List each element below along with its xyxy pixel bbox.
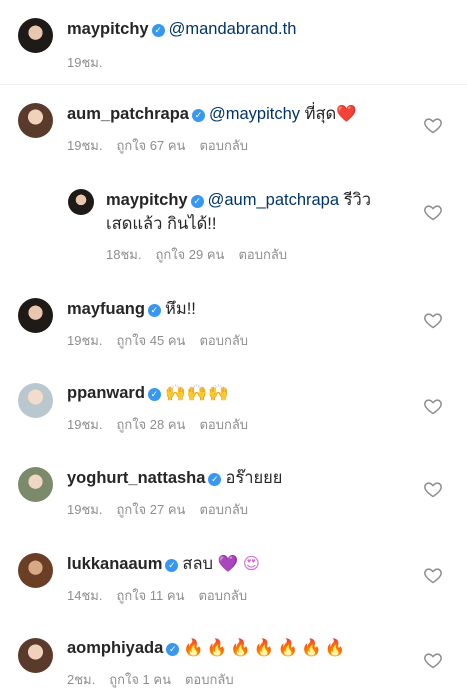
likes-count[interactable]: ถูกใจ 27 คน: [116, 502, 185, 517]
timestamp: 19ชม.: [67, 333, 103, 348]
username[interactable]: yoghurt_nattasha: [67, 469, 205, 487]
timestamp: 19ชม.: [67, 138, 103, 153]
mention-link[interactable]: @aum_patchrapa: [208, 191, 339, 209]
comment-text-continued: เสดแล้ว กินได้!!: [106, 213, 216, 235]
avatar[interactable]: [18, 467, 53, 502]
username[interactable]: maypitchy: [67, 20, 149, 38]
divider: [0, 84, 467, 85]
comment-text: lukkanaaum ✓ สลบ 💜 😍: [67, 553, 260, 575]
username[interactable]: ppanward: [67, 384, 145, 402]
comment-body: รีวิว: [343, 191, 372, 209]
reply-button[interactable]: ตอบกลับ: [199, 502, 248, 517]
fire-emoji-group: 🔥🔥🔥🔥🔥🔥🔥: [183, 639, 349, 657]
comment-body: อร๊ายยย: [225, 469, 283, 487]
comment-meta: 19ชม. ถูกใจ 28 คน ตอบกลับ: [67, 414, 262, 435]
avatar[interactable]: [18, 383, 53, 418]
caption-text: maypitchy ✓ @mandabrand.th: [67, 18, 296, 40]
comment-meta: 19ชม. ถูกใจ 45 คน ตอบกลับ: [67, 330, 262, 351]
comment-body: ที่สุด: [304, 105, 337, 123]
likes-count[interactable]: ถูกใจ 28 คน: [116, 417, 185, 432]
comment-meta: 19ชม. ถูกใจ 67 คน ตอบกลับ: [67, 135, 262, 156]
verified-badge-icon: ✓: [166, 643, 180, 656]
comment-body-line2: เสดแล้ว กินได้!!: [106, 215, 217, 233]
likes-count[interactable]: ถูกใจ 45 คน: [116, 333, 185, 348]
likes-count[interactable]: ถูกใจ 1 คน: [109, 672, 171, 687]
reply-button[interactable]: ตอบกลับ: [238, 247, 287, 262]
avatar[interactable]: [18, 553, 53, 588]
like-heart-icon[interactable]: [423, 396, 443, 416]
avatar[interactable]: [18, 298, 53, 333]
verified-badge-icon: ✓: [151, 24, 165, 37]
caption-meta: 19ชม.: [67, 52, 116, 73]
likes-count[interactable]: ถูกใจ 29 คน: [155, 247, 224, 262]
raised-hands-emoji: 🙌🙌🙌: [164, 384, 230, 402]
like-heart-icon[interactable]: [423, 202, 443, 222]
heart-emoji: ❤️: [336, 105, 357, 123]
like-heart-icon[interactable]: [423, 565, 443, 585]
comment-text: aum_patchrapa ✓ @maypitchy ที่สุด❤️: [67, 103, 357, 125]
reply-button[interactable]: ตอบกลับ: [199, 333, 248, 348]
like-heart-icon[interactable]: [423, 479, 443, 499]
like-heart-icon[interactable]: [423, 115, 443, 135]
reply-button[interactable]: ตอบกลับ: [199, 138, 248, 153]
timestamp: 19ชม.: [67, 417, 103, 432]
avatar[interactable]: [18, 638, 53, 673]
likes-count[interactable]: ถูกใจ 11 คน: [116, 588, 184, 603]
comment-text: aomphiyada ✓ 🔥🔥🔥🔥🔥🔥🔥: [67, 637, 348, 659]
username[interactable]: maypitchy: [106, 191, 188, 209]
comment-meta: 19ชม. ถูกใจ 27 คน ตอบกลับ: [67, 499, 262, 520]
comment-body: สลบ: [182, 555, 214, 573]
username[interactable]: mayfuang: [67, 300, 145, 318]
likes-count[interactable]: ถูกใจ 67 คน: [116, 138, 185, 153]
verified-badge-icon: ✓: [147, 388, 161, 401]
reply-button[interactable]: ตอบกลับ: [198, 588, 247, 603]
timestamp: 18ชม.: [106, 247, 142, 262]
comment-text: ppanward ✓ 🙌🙌🙌: [67, 382, 230, 404]
timestamp: 19ชม.: [67, 502, 103, 517]
like-heart-icon[interactable]: [423, 310, 443, 330]
comment-text: maypitchy ✓ @aum_patchrapa รีวิว: [106, 189, 371, 211]
verified-badge-icon: ✓: [208, 473, 222, 486]
timestamp: 14ชม.: [67, 588, 103, 603]
verified-badge-icon: ✓: [190, 195, 204, 208]
comment-meta: 14ชม. ถูกใจ 11 คน ตอบกลับ: [67, 585, 261, 606]
comment-meta: 2ชม. ถูกใจ 1 คน ตอบกลับ: [67, 669, 248, 690]
reply-button[interactable]: ตอบกลับ: [199, 417, 248, 432]
comment-text: mayfuang ✓ หึม!!: [67, 298, 196, 320]
verified-badge-icon: ✓: [147, 304, 161, 317]
reply-button[interactable]: ตอบกลับ: [185, 672, 234, 687]
mention-link[interactable]: @mandabrand.th: [169, 20, 297, 38]
emoji-group: 💜 😍: [217, 555, 260, 573]
username[interactable]: aum_patchrapa: [67, 105, 189, 123]
comment-meta: 18ชม. ถูกใจ 29 คน ตอบกลับ: [106, 244, 301, 265]
mention-link[interactable]: @maypitchy: [209, 105, 300, 123]
timestamp: 19ชม.: [67, 55, 103, 70]
comment-text: yoghurt_nattasha ✓ อร๊ายยย: [67, 467, 282, 489]
verified-badge-icon: ✓: [191, 109, 205, 122]
verified-badge-icon: ✓: [165, 559, 179, 572]
username[interactable]: aomphiyada: [67, 639, 163, 657]
comment-body: หึม!!: [164, 300, 196, 318]
username[interactable]: lukkanaaum: [67, 555, 162, 573]
avatar[interactable]: [18, 18, 53, 53]
timestamp: 2ชม.: [67, 672, 96, 687]
avatar[interactable]: [68, 189, 94, 215]
like-heart-icon[interactable]: [423, 650, 443, 670]
avatar[interactable]: [18, 103, 53, 138]
